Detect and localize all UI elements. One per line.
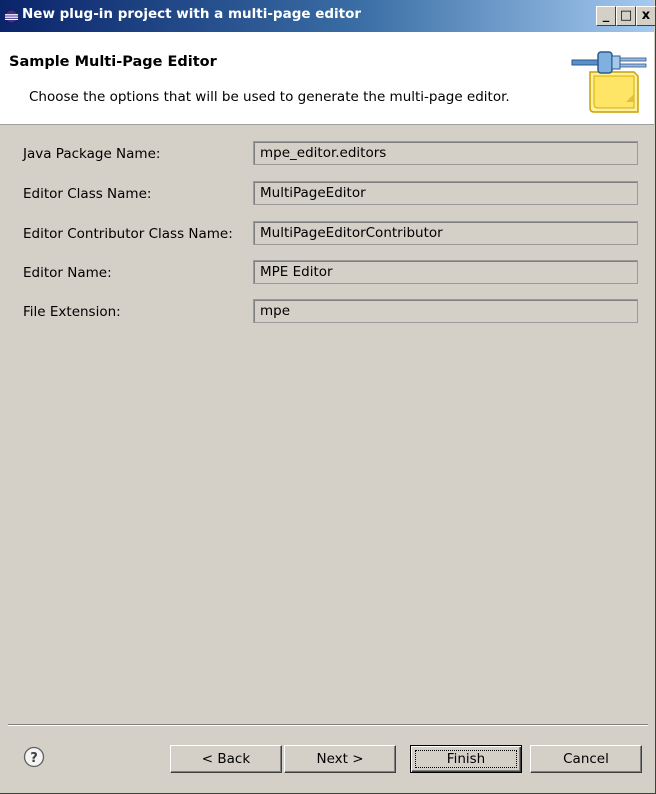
- file-extension-row: File Extension: mpe: [0, 298, 654, 324]
- close-button[interactable]: x: [636, 6, 656, 26]
- editor-contributor-label: Editor Contributor Class Name:: [23, 226, 233, 242]
- button-bar-separator: [8, 724, 648, 726]
- wizard-dialog: New plug-in project with a multi-page ed…: [0, 0, 656, 794]
- next-button-label: Next >: [316, 751, 364, 767]
- maximize-icon: □: [619, 8, 633, 23]
- cancel-button[interactable]: Cancel: [530, 745, 642, 773]
- title-bar[interactable]: New plug-in project with a multi-page ed…: [0, 0, 656, 32]
- eclipse-icon: [4, 9, 19, 24]
- minimize-icon: _: [602, 8, 610, 23]
- back-button-label: < Back: [201, 751, 251, 767]
- page-title: Sample Multi-Page Editor: [9, 54, 217, 70]
- java-package-field[interactable]: mpe_editor.editors: [253, 141, 638, 165]
- help-icon[interactable]: ?: [23, 746, 45, 768]
- editor-class-row: Editor Class Name: MultiPageEditor: [0, 180, 654, 206]
- finish-button-label: Finish: [446, 751, 486, 767]
- svg-text:?: ?: [30, 751, 38, 766]
- editor-contributor-field[interactable]: MultiPageEditorContributor: [253, 221, 638, 245]
- file-extension-label: File Extension:: [23, 304, 121, 320]
- editor-class-field[interactable]: MultiPageEditor: [253, 181, 638, 205]
- cancel-button-label: Cancel: [563, 751, 609, 767]
- back-button[interactable]: < Back: [170, 745, 282, 773]
- editor-name-row: Editor Name: MPE Editor: [0, 259, 654, 285]
- minimize-button[interactable]: _: [596, 6, 616, 26]
- finish-button[interactable]: Finish: [410, 745, 522, 773]
- next-button[interactable]: Next >: [284, 745, 396, 773]
- editor-class-label: Editor Class Name:: [23, 186, 152, 202]
- java-package-label: Java Package Name:: [23, 146, 161, 162]
- close-icon: x: [641, 8, 651, 23]
- editor-contributor-row: Editor Contributor Class Name: MultiPage…: [0, 220, 654, 246]
- page-description: Choose the options that will be used to …: [29, 89, 510, 105]
- wizard-header: Sample Multi-Page Editor Choose the opti…: [0, 32, 654, 125]
- file-extension-field[interactable]: mpe: [253, 299, 638, 323]
- maximize-button[interactable]: □: [616, 6, 636, 26]
- java-package-row: Java Package Name: mpe_editor.editors: [0, 140, 654, 166]
- window-title: New plug-in project with a multi-page ed…: [22, 6, 362, 22]
- editor-name-label: Editor Name:: [23, 265, 112, 281]
- plugin-wizard-banner-icon: [571, 51, 647, 113]
- editor-name-field[interactable]: MPE Editor: [253, 260, 638, 284]
